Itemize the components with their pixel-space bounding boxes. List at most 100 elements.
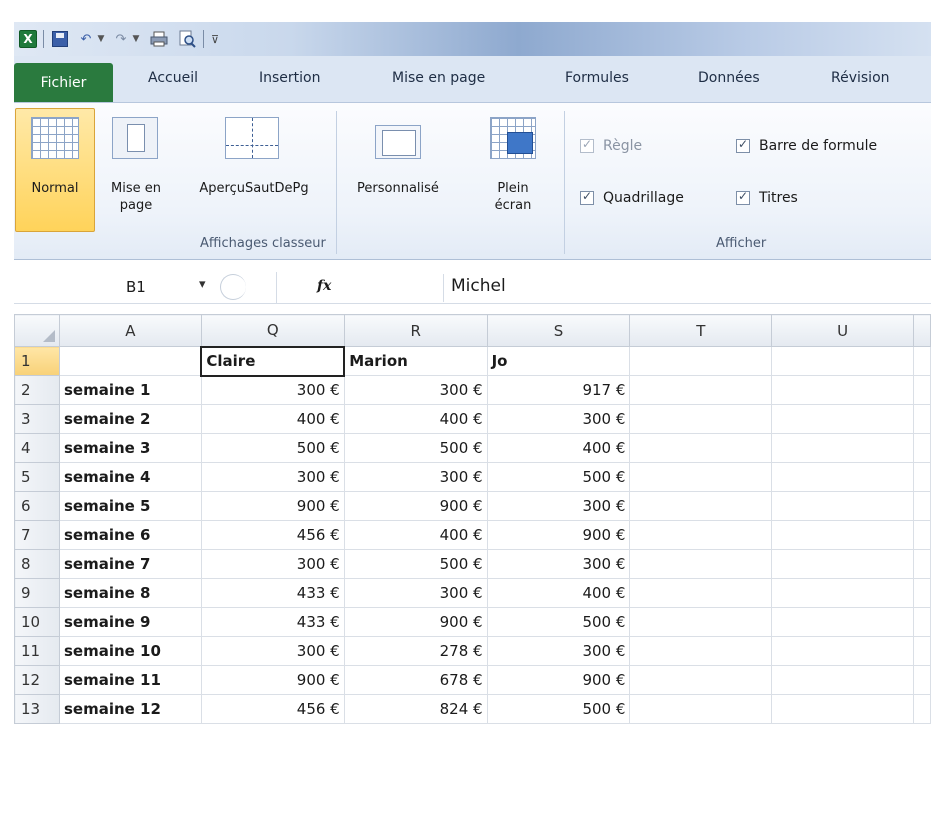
cell-claire[interactable]: 400 € [200,404,345,434]
cell-empty[interactable] [771,578,914,608]
column-header-s[interactable]: S [486,314,631,347]
row-header-1[interactable]: 1 [14,346,60,376]
cell-empty[interactable] [771,636,914,666]
cell-jo[interactable]: 917 € [486,375,631,405]
row-header[interactable]: 8 [14,549,60,579]
headings-checkbox[interactable]: Titres [736,189,798,206]
select-all-corner[interactable] [14,314,60,347]
cell-label[interactable]: semaine 4 [58,462,202,492]
tab-donnees[interactable]: Données [698,70,760,86]
insert-function-icon[interactable]: fx [317,278,331,294]
cell-claire[interactable]: 300 € [200,462,345,492]
cell-claire[interactable]: 900 € [200,665,345,695]
tab-insertion[interactable]: Insertion [259,70,320,86]
cell-empty[interactable] [629,520,773,550]
cell-empty[interactable] [629,433,773,463]
cell-q1[interactable]: Claire [200,345,346,377]
column-header-r[interactable]: R [343,314,488,347]
tab-accueil[interactable]: Accueil [148,70,198,86]
cell-marion[interactable]: 300 € [343,462,488,492]
cell-marion[interactable]: 900 € [343,491,488,521]
cell-empty[interactable] [771,491,914,521]
cell-claire[interactable]: 433 € [200,578,345,608]
cell-jo[interactable]: 900 € [486,665,631,695]
cell-u1[interactable] [771,346,914,376]
row-header[interactable]: 10 [14,607,60,637]
chevron-down-icon[interactable]: ▾ [199,277,206,292]
row-header[interactable]: 5 [14,462,60,492]
cell-a1[interactable] [58,346,202,376]
cell-marion[interactable]: 900 € [343,607,488,637]
cell-empty[interactable] [629,491,773,521]
column-header-q[interactable]: Q [200,314,345,347]
row-header[interactable]: 9 [14,578,60,608]
cell-empty[interactable] [771,375,914,405]
cell-empty[interactable] [771,549,914,579]
redo-icon[interactable]: ↷ [111,29,131,49]
cell-empty[interactable] [629,549,773,579]
cell-jo[interactable]: 500 € [486,694,631,724]
cell-label[interactable]: semaine 7 [58,549,202,579]
cell-jo[interactable]: 400 € [486,578,631,608]
cell-claire[interactable]: 300 € [200,549,345,579]
undo-icon[interactable]: ↶ [76,29,96,49]
tab-fichier[interactable]: Fichier [14,63,113,102]
page-layout-button[interactable]: Mise en page [100,180,172,214]
cell-claire[interactable]: 300 € [200,375,345,405]
cell-jo[interactable]: 500 € [486,462,631,492]
print-preview-icon[interactable] [176,29,198,49]
row-header[interactable]: 11 [14,636,60,666]
cell-label[interactable]: semaine 12 [58,694,202,724]
cell-empty[interactable] [629,404,773,434]
redo-dropdown-icon[interactable]: ▼ [130,29,142,49]
cell-marion[interactable]: 300 € [343,375,488,405]
undo-dropdown-icon[interactable]: ▼ [95,29,107,49]
cell-empty[interactable] [771,607,914,637]
cell-claire[interactable]: 456 € [200,520,345,550]
custom-views-button[interactable]: Personnalisé [342,180,454,197]
cell-marion[interactable]: 278 € [343,636,488,666]
cell-label[interactable]: semaine 10 [58,636,202,666]
cell-claire[interactable]: 456 € [200,694,345,724]
cell-empty[interactable] [629,665,773,695]
cell-jo[interactable]: 900 € [486,520,631,550]
formula-bar-checkbox[interactable]: Barre de formule [736,137,877,154]
cell-marion[interactable]: 400 € [343,404,488,434]
row-header[interactable]: 3 [14,404,60,434]
row-header[interactable]: 6 [14,491,60,521]
cell-claire[interactable]: 900 € [200,491,345,521]
cell-empty[interactable] [629,375,773,405]
column-header-a[interactable]: A [58,314,202,347]
save-icon[interactable] [50,29,70,49]
cell-jo[interactable]: 500 € [486,607,631,637]
cell-empty[interactable] [629,607,773,637]
column-header-u[interactable]: U [771,314,914,347]
formula-input[interactable]: Michel [451,276,506,296]
cell-jo[interactable]: 400 € [486,433,631,463]
fullscreen-button[interactable]: Plein écran [482,180,544,214]
cell-marion[interactable]: 500 € [343,549,488,579]
cell-label[interactable]: semaine 5 [58,491,202,521]
cell-label[interactable]: semaine 1 [58,375,202,405]
row-header[interactable]: 13 [14,694,60,724]
cell-jo[interactable]: 300 € [486,404,631,434]
cell-empty[interactable] [771,404,914,434]
cell-empty[interactable] [629,462,773,492]
cell-marion[interactable]: 500 € [343,433,488,463]
tab-mise-en-page[interactable]: Mise en page [392,70,485,86]
cell-label[interactable]: semaine 9 [58,607,202,637]
row-header[interactable]: 12 [14,665,60,695]
cell-claire[interactable]: 500 € [200,433,345,463]
cell-marion[interactable]: 824 € [343,694,488,724]
page-break-preview-button[interactable]: AperçuSautDePg [175,180,333,197]
cell-marion[interactable]: 400 € [343,520,488,550]
cell-jo[interactable]: 300 € [486,636,631,666]
cell-r1[interactable]: Marion [343,346,488,376]
cell-empty[interactable] [771,433,914,463]
customize-toolbar-icon[interactable]: ⊽ [208,29,222,49]
cell-empty[interactable] [629,694,773,724]
cell-s1[interactable]: Jo [486,346,631,376]
cell-jo[interactable]: 300 € [486,491,631,521]
cell-marion[interactable]: 300 € [343,578,488,608]
cell-label[interactable]: semaine 8 [58,578,202,608]
